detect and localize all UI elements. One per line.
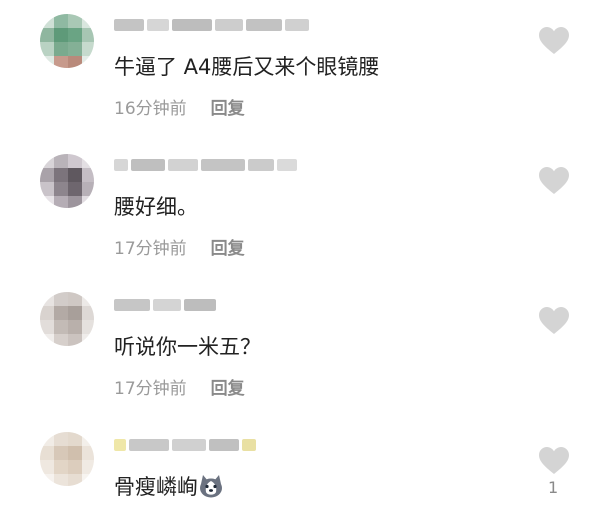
heart-icon[interactable] xyxy=(538,446,570,476)
username-blurred[interactable] xyxy=(114,14,309,36)
comment-meta: 17分钟前 回复 xyxy=(114,378,245,400)
comment-item: 腰好细。 17分钟前 回复 xyxy=(0,140,600,270)
avatar[interactable] xyxy=(40,292,94,346)
comment-time: 16分钟前 xyxy=(114,99,187,119)
comment-item: 骨瘦嶙峋 1 xyxy=(0,420,600,513)
comment-text: 骨瘦嶙峋 xyxy=(114,474,224,500)
comment-text-content: 骨瘦嶙峋 xyxy=(114,475,198,499)
comment-meta: 16分钟前 回复 xyxy=(114,98,245,120)
comment-text: 腰好细。 xyxy=(114,195,198,219)
username-blurred[interactable] xyxy=(114,294,216,316)
username-blurred[interactable] xyxy=(114,154,297,176)
comment-meta: 17分钟前 回复 xyxy=(114,238,245,260)
husky-dog-emoji xyxy=(200,475,222,498)
comment-item: 牛逼了 A4腰后又来个眼镜腰 16分钟前 回复 xyxy=(0,0,600,130)
comment-item: 听说你一米五？ 17分钟前 回复 xyxy=(0,280,600,410)
comment-text: 听说你一米五？ xyxy=(114,335,261,359)
avatar[interactable] xyxy=(40,154,94,208)
heart-icon[interactable] xyxy=(538,26,570,56)
reply-button[interactable]: 回复 xyxy=(211,238,245,260)
like-count: 1 xyxy=(548,478,559,497)
comment-time: 17分钟前 xyxy=(114,239,187,259)
comment-text: 牛逼了 A4腰后又来个眼镜腰 xyxy=(114,55,380,79)
reply-button[interactable]: 回复 xyxy=(211,98,245,120)
heart-icon[interactable] xyxy=(538,306,570,336)
avatar[interactable] xyxy=(40,432,94,486)
username-blurred[interactable] xyxy=(114,434,256,456)
avatar[interactable] xyxy=(40,14,94,68)
heart-icon[interactable] xyxy=(538,166,570,196)
reply-button[interactable]: 回复 xyxy=(211,378,245,400)
comment-time: 17分钟前 xyxy=(114,379,187,399)
